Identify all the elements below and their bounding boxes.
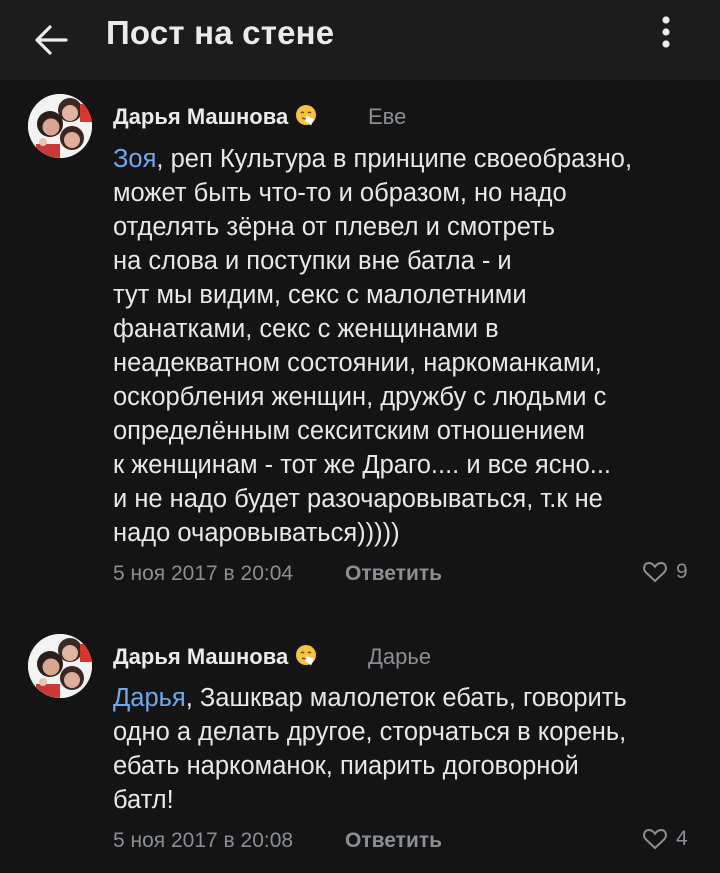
comment-date: 5 ноя 2017 в 20:04 (113, 562, 294, 585)
reply-button[interactable]: Ответить (345, 562, 442, 586)
reply-to-label: Еве (368, 104, 407, 129)
like-count: 4 (676, 827, 688, 850)
author-name: Дарья Машнова (113, 104, 289, 129)
comment-line: фанатками, секс с женщинами в (113, 315, 499, 343)
comment-line: тут мы видим, секс с малолетними (113, 281, 527, 309)
comment-line: Дарья, Зашквар малолеток ебать, говорить (113, 684, 627, 712)
comment-line: батл! (113, 786, 174, 814)
comment-date: 5 ноя 2017 в 20:08 (113, 829, 294, 852)
heart-outline-icon (643, 828, 667, 850)
comment-author[interactable]: Дарья Машнова (113, 103, 318, 133)
reply-to-label: Дарье (368, 644, 432, 669)
heart-outline-icon (643, 561, 667, 583)
more-vertical-icon (662, 16, 670, 48)
more-options-button[interactable] (648, 12, 684, 52)
author-name: Дарья Машнова (113, 644, 289, 669)
back-button[interactable] (30, 18, 74, 62)
comment-line: Зоя, реп Культура в принципе своеобразно… (113, 145, 633, 173)
comment-line: и не надо будет разочаровываться, т.к не (113, 485, 603, 513)
like-count: 9 (676, 560, 688, 583)
comment-line: отделять зёрна от плевел и смотреть (113, 213, 556, 241)
avatar-photo (28, 634, 92, 698)
comment-author[interactable]: Дарья Машнова (113, 643, 318, 673)
arrow-left-icon (35, 25, 68, 55)
avatar[interactable] (28, 634, 92, 698)
mention-link[interactable]: Зоя (113, 145, 156, 173)
comment-line: может быть что-то и образом, но надо (113, 179, 567, 207)
comment-line: к женщинам - тот же Драго.... и все ясно… (113, 451, 612, 479)
comment-line: ебать наркоманок, пиарить договорной (113, 752, 579, 780)
like-button[interactable]: 9 (642, 560, 688, 584)
top-bar: Пост на стене (0, 0, 720, 80)
comment-line: одно а делать другое, сторчаться в корен… (113, 718, 627, 746)
avatar-photo (28, 94, 92, 158)
avatar[interactable] (28, 94, 92, 158)
comment-text: Зоя, реп Культура в принципе своеобразно… (113, 142, 703, 550)
sneezing-face-emoji-icon (294, 643, 318, 673)
mention-link[interactable]: Дарья (113, 684, 186, 712)
sneezing-face-emoji-icon (294, 103, 318, 133)
comment-line: надо очаровываться))))) (113, 519, 400, 547)
comment-line: на слова и поступки вне батла - и (113, 247, 512, 275)
comment-text: Дарья, Зашквар малолеток ебать, говорить… (113, 681, 703, 817)
like-button[interactable]: 4 (642, 827, 688, 851)
reply-button[interactable]: Ответить (345, 829, 442, 853)
comment-line: определённым секситским отношением (113, 417, 585, 445)
comment-line: оскорбления женщин, дружбу с людьми с (113, 383, 607, 411)
comment-line: неадекватном состоянии, наркоманками, (113, 349, 602, 377)
page-title: Пост на стене (106, 14, 335, 51)
